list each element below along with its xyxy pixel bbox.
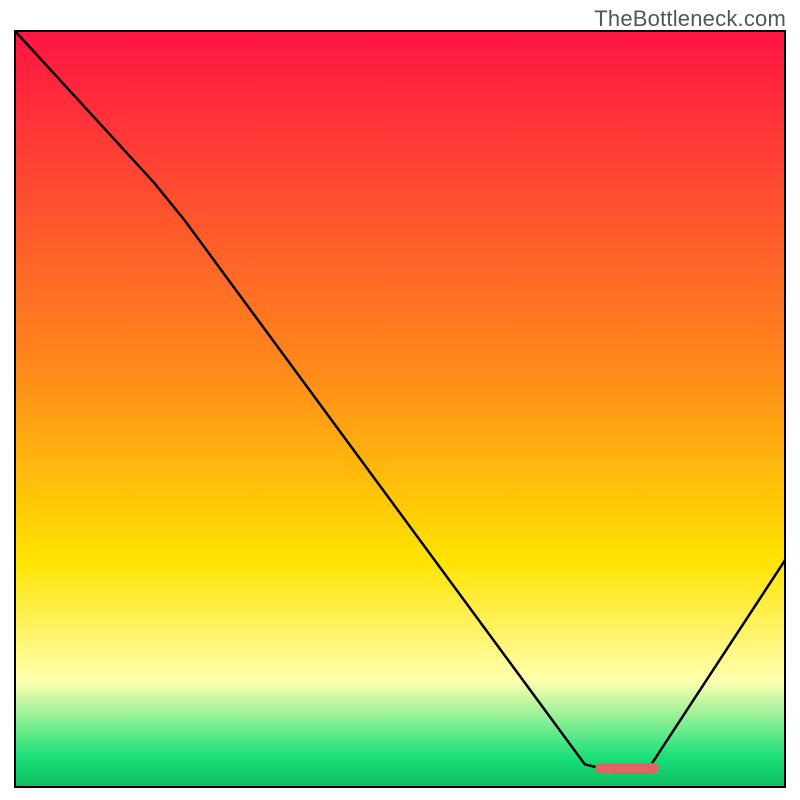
bottleneck-chart: TheBottleneck.com [0, 0, 800, 800]
chart-svg [14, 30, 786, 788]
plot-background [15, 31, 785, 787]
watermark-text: TheBottleneck.com [594, 6, 786, 32]
